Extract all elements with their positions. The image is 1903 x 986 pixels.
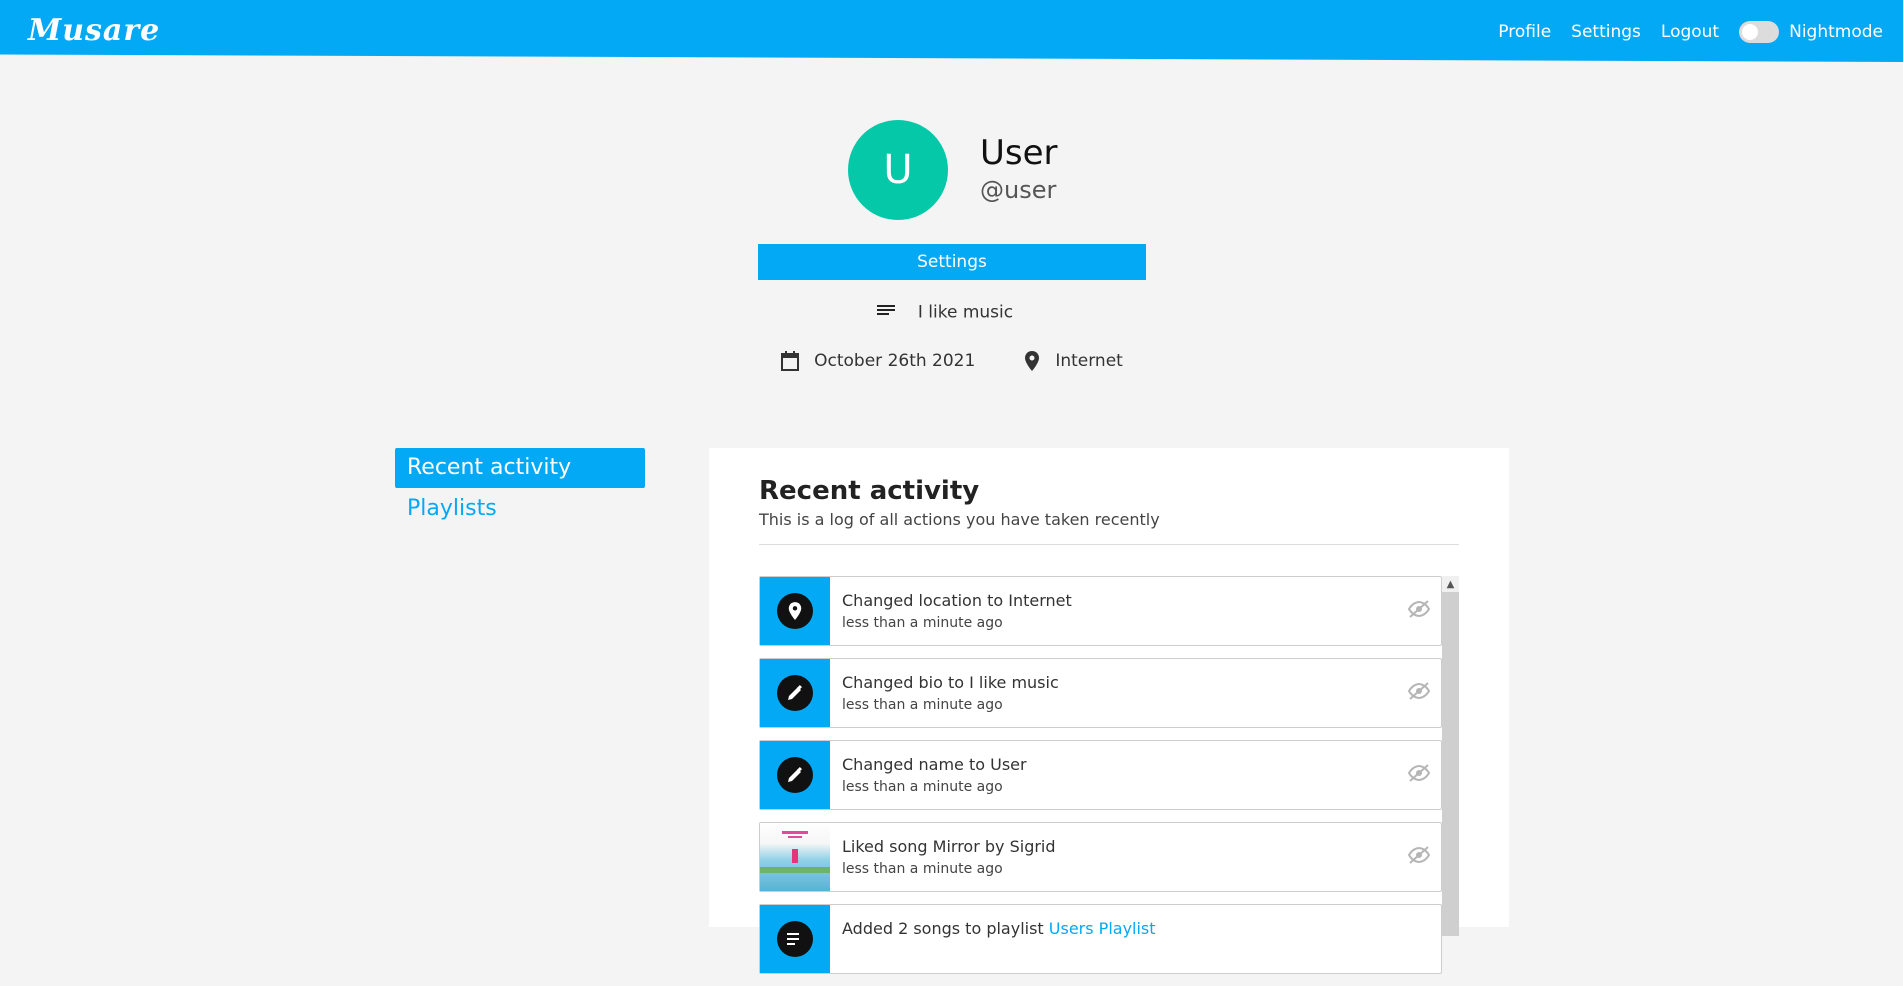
pencil-icon (788, 767, 802, 782)
avatar: U (848, 120, 948, 220)
activity-title: Added 2 songs to playlist Users Playlist (842, 919, 1156, 938)
activity-thumb (760, 577, 830, 645)
nightmode-label: Nightmode (1789, 22, 1883, 42)
hide-activity-icon[interactable] (1407, 599, 1431, 623)
hide-activity-icon[interactable] (1407, 681, 1431, 705)
joined-date-text: October 26th 2021 (814, 351, 976, 371)
sidebar-item-playlists[interactable]: Playlists (407, 496, 497, 521)
bio-text: I like music (917, 302, 1014, 323)
panel-title: Recent activity (759, 476, 980, 506)
activity-item: Liked song Mirror by Sigrid less than a … (759, 822, 1442, 892)
location-icon (1025, 351, 1040, 371)
profile-meta: October 26th 2021 Internet (0, 350, 1903, 372)
activity-item: Changed name to User less than a minute … (759, 740, 1442, 810)
activity-item: Added 2 songs to playlist Users Playlist (759, 904, 1442, 974)
divider (759, 544, 1459, 545)
playlist-link[interactable]: Users Playlist (1049, 919, 1156, 938)
location: Internet (1023, 350, 1123, 372)
activity-title: Changed bio to I like music (842, 673, 1059, 692)
nav-links: Profile Settings Logout Nightmode (1498, 0, 1903, 64)
activity-item: Changed bio to I like music less than a … (759, 658, 1442, 728)
activity-thumb (760, 905, 830, 973)
activity-time: less than a minute ago (842, 697, 1003, 713)
activity-item: Changed location to Internet less than a… (759, 576, 1442, 646)
activity-title: Changed name to User (842, 755, 1027, 774)
activity-time: less than a minute ago (842, 779, 1003, 795)
song-thumbnail (760, 823, 830, 891)
profile-name: User (980, 133, 1058, 173)
calendar-icon (781, 351, 800, 371)
hide-activity-icon[interactable] (1407, 845, 1431, 869)
profile-username: @user (980, 176, 1057, 204)
joined-date: October 26th 2021 (780, 350, 975, 372)
musare-logo[interactable]: Musare (28, 10, 160, 52)
nav-settings-link[interactable]: Settings (1571, 22, 1641, 42)
playlist-icon (787, 933, 799, 945)
hide-activity-icon[interactable] (1407, 763, 1431, 787)
toggle-knob (1742, 24, 1759, 40)
activity-title-text: Added 2 songs to playlist (842, 919, 1049, 938)
scroll-up-arrow[interactable]: ▲ (1442, 576, 1459, 592)
notes-icon (876, 302, 896, 323)
profile-bio: I like music (0, 302, 1903, 323)
nav-profile-link[interactable]: Profile (1498, 22, 1551, 42)
panel-subtitle: This is a log of all actions you have ta… (759, 510, 1160, 529)
pencil-icon (788, 685, 802, 700)
activity-title: Changed location to Internet (842, 591, 1072, 610)
activity-time: less than a minute ago (842, 861, 1003, 877)
sidebar-item-recent-activity[interactable]: Recent activity (395, 448, 645, 488)
location-icon (788, 602, 802, 620)
activity-title: Liked song Mirror by Sigrid (842, 837, 1056, 856)
settings-button[interactable]: Settings (758, 244, 1146, 280)
activity-scrollbar[interactable]: ▲ (1442, 576, 1459, 936)
activity-time: less than a minute ago (842, 615, 1003, 631)
location-text: Internet (1055, 351, 1123, 371)
activity-list: Changed location to Internet less than a… (759, 576, 1442, 986)
activity-thumb (760, 659, 830, 727)
activity-thumb (760, 741, 830, 809)
nightmode-toggle[interactable] (1739, 21, 1780, 43)
nav-logout-link[interactable]: Logout (1661, 22, 1719, 42)
recent-activity-panel: Recent activity This is a log of all act… (709, 448, 1509, 974)
